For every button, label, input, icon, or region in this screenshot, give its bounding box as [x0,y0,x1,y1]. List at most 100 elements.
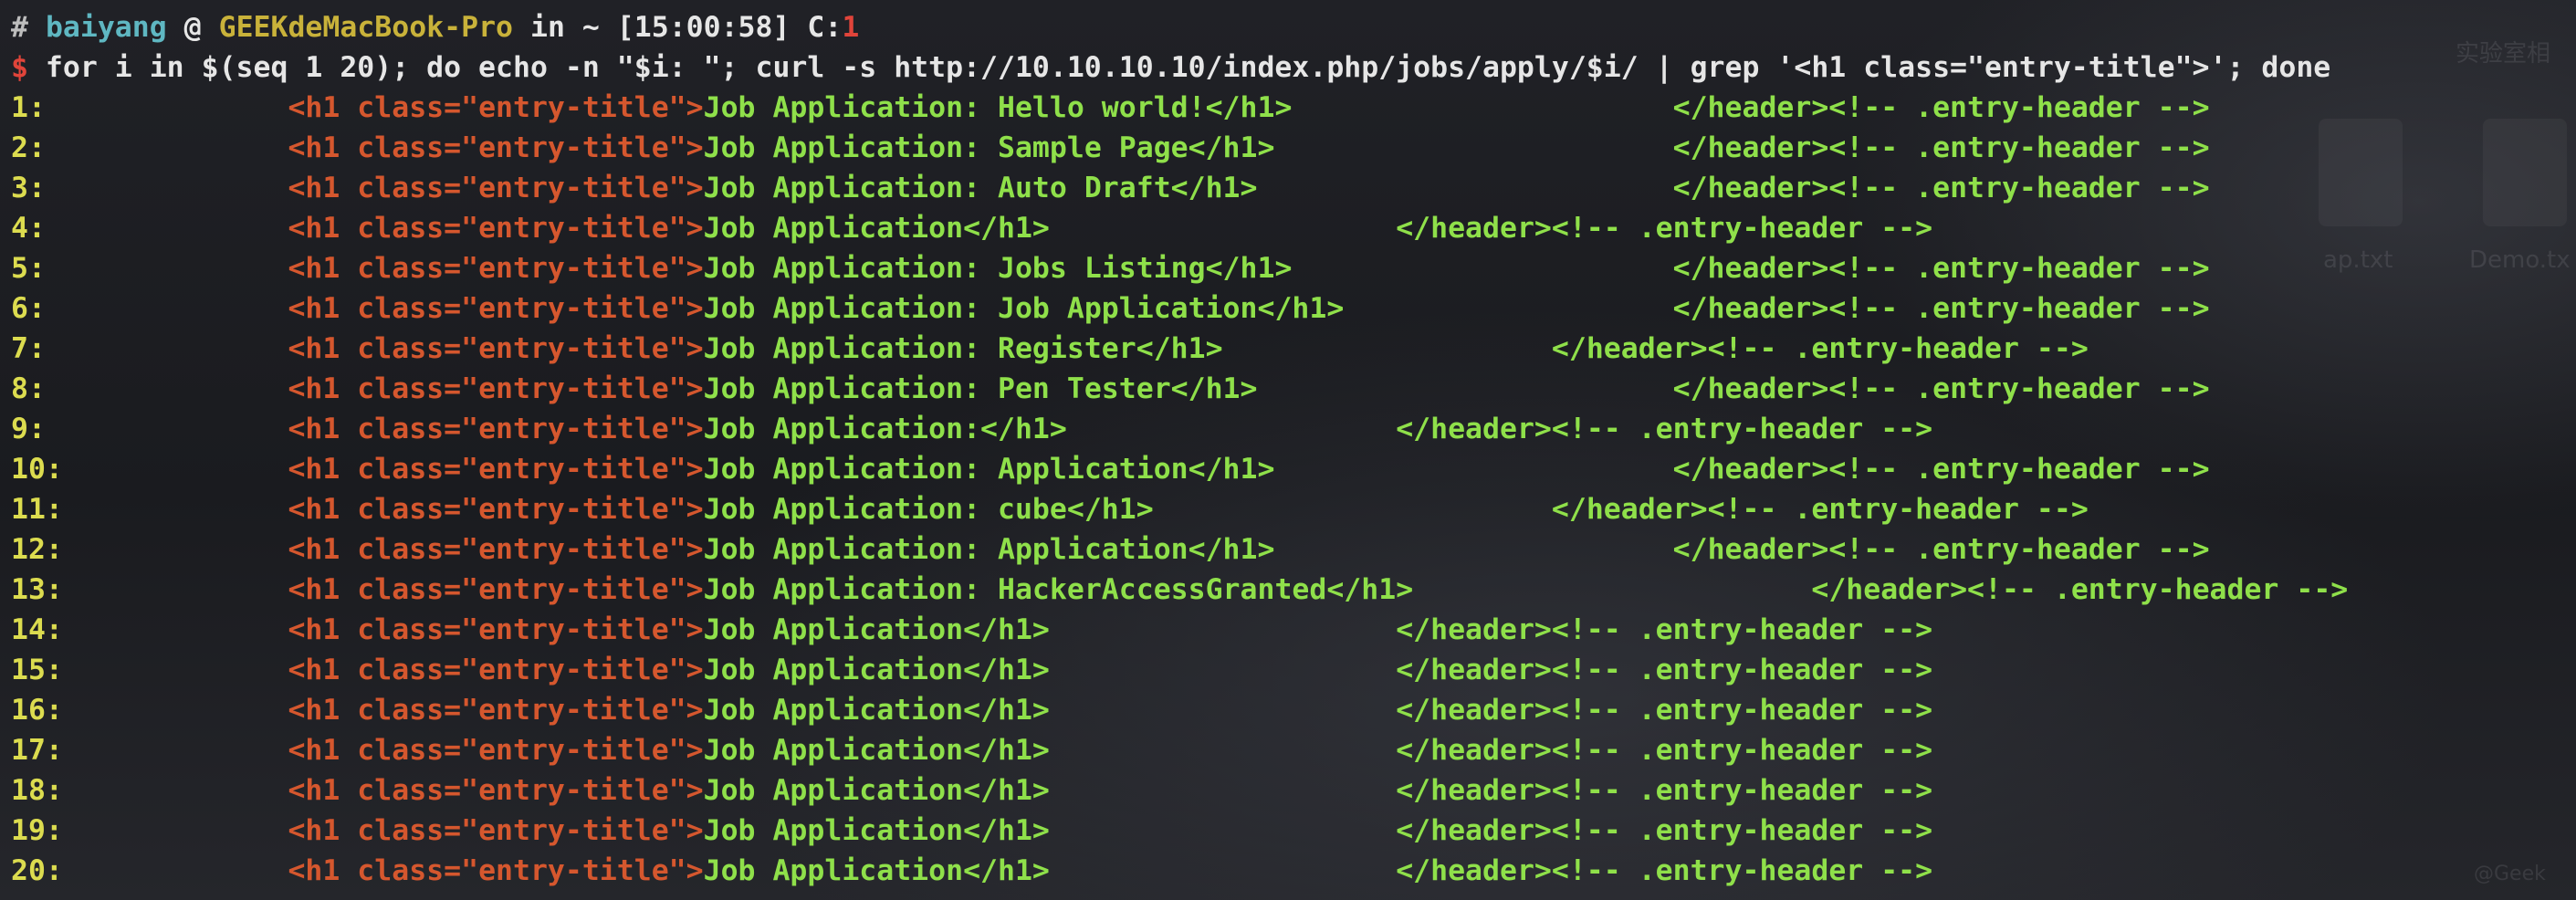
h1-content: Job Application</h1> [703,212,1050,245]
h1-content: Job Application: cube</h1> [703,493,1154,526]
h1-content: Job Application: Application</h1> [703,453,1275,486]
h1-content: Job Application: Register</h1> [703,332,1223,365]
line-number: 18: [11,774,63,807]
prompt-exit-code: 1 [842,11,860,44]
h1-content: Job Application: HackerAccessGranted</h1… [703,573,1414,606]
terminal-output[interactable]: # baiyang @ GEEKdeMacBook-Pro in ~ [15:0… [11,7,2576,891]
header-close-comment: </header><!-- .entry-header --> [1049,854,1933,887]
output-line: 1: <h1 class="entry-title">Job Applicati… [11,88,2576,128]
header-close-comment: </header><!-- .entry-header --> [1222,332,2089,365]
h1-open-tag: <h1 class="entry-title"> [288,734,704,767]
h1-content: Job Application</h1> [703,734,1050,767]
output-line: 17: <h1 class="entry-title">Job Applicat… [11,730,2576,770]
line-number: 13: [11,573,63,606]
line-number: 2: [11,131,46,164]
h1-content: Job Application</h1> [703,854,1050,887]
header-close-comment: </header><!-- .entry-header --> [1257,372,2210,405]
h1-content: Job Application: Sample Page</h1> [703,131,1275,164]
prompt-dollar: $ [11,51,28,84]
header-close-comment: </header><!-- .entry-header --> [1274,131,2210,164]
command-text[interactable]: for i in $(seq 1 20); do echo -n "$i: ";… [28,51,2330,84]
output-line: 14: <h1 class="entry-title">Job Applicat… [11,610,2576,650]
terminal-window[interactable]: 实验室相 ap.txt Demo.tx @Geek # baiyang @ GE… [0,0,2576,900]
header-close-comment: </header><!-- .entry-header --> [1049,654,1933,686]
line-number: 6: [11,292,46,325]
h1-open-tag: <h1 class="entry-title"> [288,372,704,405]
h1-open-tag: <h1 class="entry-title"> [288,413,704,445]
prompt-user: baiyang [45,11,167,44]
h1-open-tag: <h1 class="entry-title"> [288,172,704,204]
output-line: 9: <h1 class="entry-title">Job Applicati… [11,409,2576,449]
output-line: 16: <h1 class="entry-title">Job Applicat… [11,690,2576,730]
h1-open-tag: <h1 class="entry-title"> [288,814,704,847]
line-number: 12: [11,533,63,566]
h1-open-tag: <h1 class="entry-title"> [288,212,704,245]
output-line: 7: <h1 class="entry-title">Job Applicati… [11,329,2576,369]
output-line: 15: <h1 class="entry-title">Job Applicat… [11,650,2576,690]
line-number: 17: [11,734,63,767]
header-close-comment: </header><!-- .entry-header --> [1344,292,2210,325]
h1-open-tag: <h1 class="entry-title"> [288,854,704,887]
header-close-comment: </header><!-- .entry-header --> [1049,734,1933,767]
header-close-comment: </header><!-- .entry-header --> [1153,493,2089,526]
h1-open-tag: <h1 class="entry-title"> [288,252,704,285]
output-line: 20: <h1 class="entry-title">Job Applicat… [11,851,2576,891]
h1-open-tag: <h1 class="entry-title"> [288,654,704,686]
header-close-comment: </header><!-- .entry-header --> [1274,533,2210,566]
command-line[interactable]: $ for i in $(seq 1 20); do echo -n "$i: … [11,47,2576,88]
h1-content: Job Application</h1> [703,694,1050,727]
output-line: 3: <h1 class="entry-title">Job Applicati… [11,168,2576,208]
prompt-host: GEEKdeMacBook-Pro [218,11,514,44]
output-line: 6: <h1 class="entry-title">Job Applicati… [11,288,2576,329]
line-number: 15: [11,654,63,686]
output-rows: 1: <h1 class="entry-title">Job Applicati… [11,88,2576,891]
h1-open-tag: <h1 class="entry-title"> [288,573,704,606]
line-number: 11: [11,493,63,526]
line-number: 7: [11,332,46,365]
line-number: 8: [11,372,46,405]
output-line: 13: <h1 class="entry-title">Job Applicat… [11,570,2576,610]
h1-content: Job Application</h1> [703,814,1050,847]
output-line: 8: <h1 class="entry-title">Job Applicati… [11,369,2576,409]
output-line: 4: <h1 class="entry-title">Job Applicati… [11,208,2576,248]
line-number: 9: [11,413,46,445]
h1-open-tag: <h1 class="entry-title"> [288,774,704,807]
h1-content: Job Application</h1> [703,613,1050,646]
output-line: 5: <h1 class="entry-title">Job Applicati… [11,248,2576,288]
line-number: 20: [11,854,63,887]
line-number: 4: [11,212,46,245]
line-number: 3: [11,172,46,204]
output-line: 10: <h1 class="entry-title">Job Applicat… [11,449,2576,489]
h1-open-tag: <h1 class="entry-title"> [288,91,704,124]
header-close-comment: </header><!-- .entry-header --> [1274,453,2210,486]
h1-open-tag: <h1 class="entry-title"> [288,453,704,486]
line-number: 10: [11,453,63,486]
output-line: 12: <h1 class="entry-title">Job Applicat… [11,529,2576,570]
h1-open-tag: <h1 class="entry-title"> [288,694,704,727]
line-number: 19: [11,814,63,847]
line-number: 14: [11,613,63,646]
output-line: 11: <h1 class="entry-title">Job Applicat… [11,489,2576,529]
h1-open-tag: <h1 class="entry-title"> [288,533,704,566]
h1-content: Job Application</h1> [703,654,1050,686]
h1-content: Job Application</h1> [703,774,1050,807]
header-close-comment: </header><!-- .entry-header --> [1049,774,1933,807]
line-number: 1: [11,91,46,124]
output-line: 19: <h1 class="entry-title">Job Applicat… [11,811,2576,851]
